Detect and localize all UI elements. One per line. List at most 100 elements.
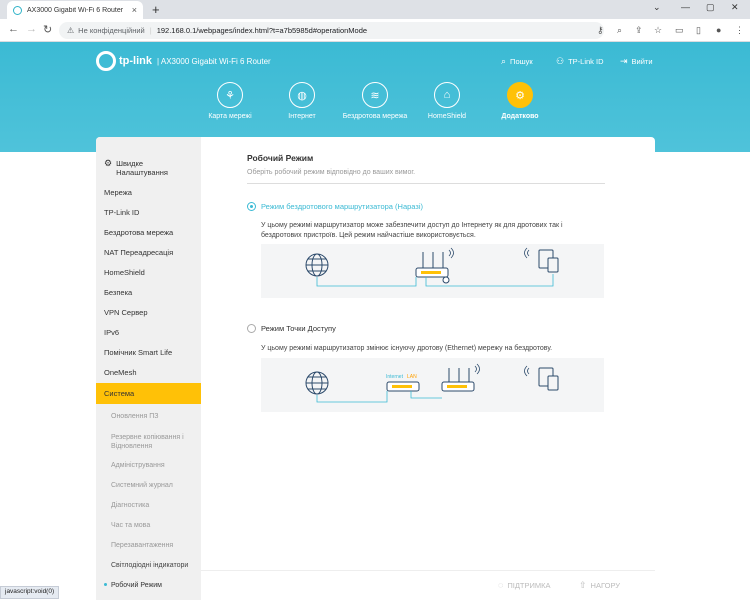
main-content: Робочий Режим Оберіть робочий режим відп…: [201, 137, 655, 600]
footer: ◌ ПІДТРИМКА ⇧ НАГОРУ: [201, 570, 655, 600]
sidebar-item-tplink-id[interactable]: TP-Link ID: [104, 208, 139, 217]
access-point-mode-label[interactable]: Режим Точки Доступу: [261, 324, 336, 333]
home-shield-icon: ⌂: [434, 82, 460, 108]
tab-search-icon[interactable]: ▭: [675, 25, 684, 36]
sidebar-sub-syslog[interactable]: Системний журнал: [111, 481, 199, 490]
sidebar-sub-backup[interactable]: Резервне копіювання і Відновлення: [111, 433, 199, 451]
security-label[interactable]: Не конфіденційний: [78, 26, 145, 35]
lan-port-label: LAN: [407, 374, 417, 380]
nav-label: Карта мережі: [208, 113, 252, 120]
tplink-id-link[interactable]: ⚇ TP-Link ID: [556, 56, 604, 67]
sidebar-sub-admin[interactable]: Адміністрування: [111, 461, 199, 470]
sidebar: ⚙ Швидке Налаштування Мережа TP-Link ID …: [96, 137, 201, 600]
tp-link-logo[interactable]: tp-link | AX3000 Gigabit Wi-Fi 6 Router: [96, 51, 271, 71]
router-mode-diagram: [261, 244, 604, 298]
sidebar-item-onemesh[interactable]: OneMesh: [104, 368, 137, 377]
sidebar-item-security[interactable]: Безпека: [104, 288, 132, 297]
access-point-mode-description: У цьому режимі маршрутизатор змінює існу…: [261, 345, 553, 352]
sidebar-sub-time[interactable]: Час та мова: [111, 521, 199, 530]
minimize-icon[interactable]: —: [681, 2, 690, 12]
browser-tab-bar: AX3000 Gigabit Wi-Fi 6 Router × + ⌄ — ▢ …: [0, 0, 750, 19]
sidebar-item-smart-life[interactable]: Помічник Smart Life: [104, 348, 172, 357]
router-mode-description: У цьому режимі маршрутизатор може забезп…: [261, 222, 563, 239]
close-window-icon[interactable]: ✕: [731, 2, 739, 13]
tp-link-logo-icon: [96, 51, 116, 71]
nav-label: Додатково: [501, 113, 539, 120]
maximize-icon[interactable]: ▢: [706, 2, 715, 13]
reload-icon[interactable]: ↻: [43, 23, 52, 36]
url-text[interactable]: 192.168.0.1/webpages/index.html?t=a7b598…: [157, 26, 367, 35]
sidebar-sub-operation-mode[interactable]: Робочий Режим: [111, 581, 199, 590]
back-to-top-label: НАГОРУ: [590, 581, 621, 590]
search-icon: ⌕: [501, 56, 507, 66]
logout-label: Вийти: [631, 57, 653, 66]
tab-close-button[interactable]: ×: [132, 5, 137, 15]
menu-kebab-icon[interactable]: ⋮: [735, 25, 744, 36]
tp-link-favicon-icon: [13, 5, 22, 15]
content-card: ⚙ Швидке Налаштування Мережа TP-Link ID …: [96, 137, 655, 600]
sidebar-sub-led[interactable]: Світлодіодні індикатори: [111, 561, 199, 570]
sidebar-item-nat[interactable]: NAT Переадресація: [104, 248, 173, 257]
sidebar-sub-firmware[interactable]: Оновлення ПЗ: [111, 412, 199, 421]
access-point-mode-radio[interactable]: [247, 324, 256, 333]
support-icon: ◌: [498, 580, 504, 590]
browser-toolbar: ← → ↻ ⚠ Не конфіденційний | 192.168.0.1/…: [0, 19, 750, 42]
current-dot-icon: [104, 583, 107, 586]
brand-name: tp-link: [119, 55, 152, 67]
support-label: ПІДТРИМКА: [507, 580, 551, 590]
new-tab-button[interactable]: +: [152, 2, 160, 17]
divider: [247, 183, 605, 184]
back-icon[interactable]: ←: [8, 23, 19, 35]
sidebar-item-vpn[interactable]: VPN Сервер: [104, 308, 148, 317]
sidebar-item-wireless[interactable]: Бездротова мережа: [104, 228, 173, 237]
browser-tab[interactable]: AX3000 Gigabit Wi-Fi 6 Router ×: [7, 1, 143, 19]
search-label: Пошук: [510, 57, 533, 66]
access-point-mode-diagram: Internet LAN: [261, 358, 604, 412]
tplink-id-label: TP-Link ID: [568, 57, 604, 66]
divider: |: [149, 26, 152, 35]
nav-label: Бездротова мережа: [342, 113, 408, 120]
logout-link[interactable]: ⇥ Вийти: [620, 56, 653, 67]
forward-icon[interactable]: →: [26, 23, 37, 35]
sidebar-item-system[interactable]: Система: [96, 383, 201, 404]
sidebar-item-label: Швидке Налаштування: [116, 159, 168, 177]
router-mode-radio[interactable]: [247, 202, 256, 211]
tab-title: AX3000 Gigabit Wi-Fi 6 Router: [27, 6, 124, 14]
sidebar-sub-diagnostics[interactable]: Діагностика: [111, 501, 199, 510]
back-to-top-link[interactable]: ⇧ НАГОРУ: [579, 580, 620, 591]
profile-avatar-icon[interactable]: ●: [716, 25, 721, 35]
gear-icon: ⚙: [507, 82, 533, 108]
arrow-up-icon: ⇧: [579, 580, 587, 590]
bookmark-star-icon[interactable]: ☆: [654, 25, 662, 36]
warning-icon[interactable]: ⚠: [67, 26, 74, 35]
sidebar-item-quick-setup[interactable]: ⚙ Швидке Налаштування: [104, 158, 186, 178]
page-title: Робочий Режим: [247, 153, 314, 163]
settings-icon: ⚙: [104, 158, 113, 168]
sidebar-item-network[interactable]: Мережа: [104, 188, 132, 197]
model-name: | AX3000 Gigabit Wi-Fi 6 Router: [157, 56, 271, 66]
sidebar-item-ipv6[interactable]: IPv6: [104, 328, 119, 337]
share-icon[interactable]: ⇪: [635, 25, 643, 36]
user-icon: ⚇: [556, 56, 565, 66]
address-bar[interactable]: ⚠ Не конфіденційний | 192.168.0.1/webpag…: [59, 22, 604, 39]
chevron-down-icon[interactable]: ⌄: [653, 2, 661, 13]
wifi-icon: ≋: [362, 82, 388, 108]
logout-icon: ⇥: [620, 56, 628, 66]
side-panel-icon[interactable]: ▯: [696, 25, 701, 36]
status-bar-url: javascript:void(0): [0, 586, 60, 599]
zoom-icon[interactable]: ⌕: [617, 25, 622, 36]
router-mode-label[interactable]: Режим бездротового маршрутизатора (Нараз…: [261, 202, 423, 211]
search-link[interactable]: ⌕ Пошук: [501, 56, 533, 67]
internet-port-label: Internet: [386, 374, 404, 380]
existing-router-icon: [386, 381, 420, 392]
network-map-icon: ⚘: [217, 82, 243, 108]
support-link[interactable]: ◌ ПІДТРИМКА: [498, 580, 551, 590]
globe-icon: ◍: [289, 82, 315, 108]
sidebar-item-label: Система: [104, 389, 135, 398]
key-icon[interactable]: ⚷: [597, 25, 604, 36]
nav-label: Інтернет: [288, 113, 316, 120]
sidebar-sub-reboot[interactable]: Перезавантаження: [111, 541, 199, 550]
page-description: Оберіть робочий режим відповідно до ваши…: [247, 169, 416, 176]
nav-label: HomeShield: [427, 113, 467, 120]
sidebar-item-homeshield[interactable]: HomeShield: [104, 268, 145, 277]
